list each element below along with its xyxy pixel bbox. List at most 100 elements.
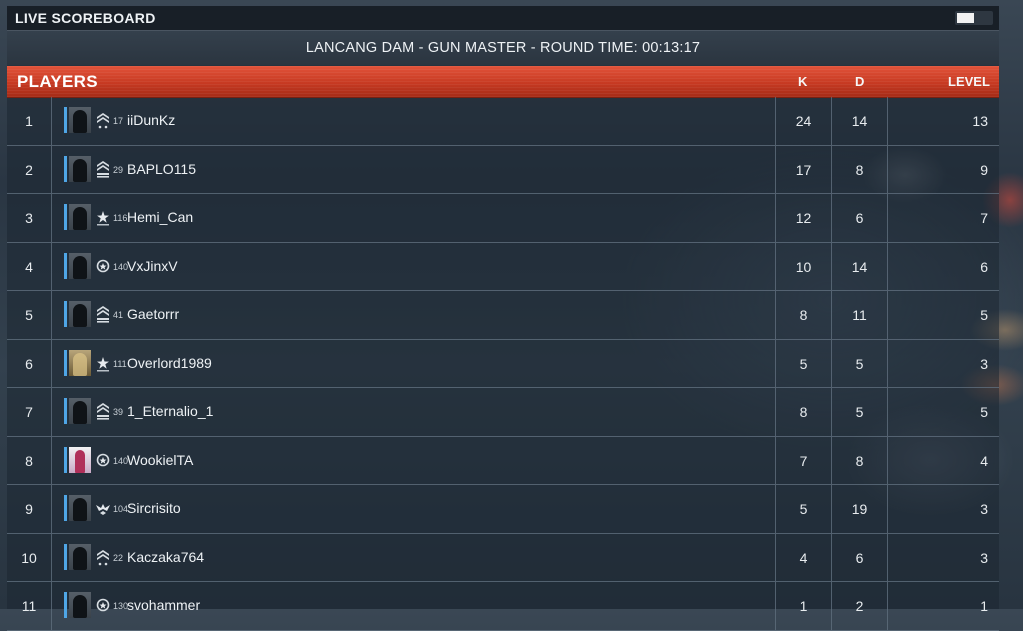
level-cell: 3 xyxy=(888,340,999,388)
map-info-bar: LANCANG DAM - GUN MASTER - ROUND TIME: 0… xyxy=(7,30,999,65)
level-value: 3 xyxy=(980,355,988,372)
rank-cell: 1 xyxy=(7,97,52,145)
player-rank-level: 104 xyxy=(113,504,129,514)
squad-indicator xyxy=(64,155,67,182)
player-cell[interactable]: 104 Sircrisito xyxy=(52,485,776,533)
level-value: 6 xyxy=(980,258,988,275)
players-header: PLAYERS K D LEVEL xyxy=(7,66,999,97)
rank-cell: 3 xyxy=(7,194,52,242)
level-cell: 7 xyxy=(888,194,999,242)
player-name[interactable]: svohammer xyxy=(127,597,200,613)
player-cell[interactable]: 41 Gaetorrr xyxy=(52,291,776,339)
deaths-cell: 5 xyxy=(832,339,888,387)
level-cell: 3 xyxy=(888,485,999,533)
rank-position: 4 xyxy=(25,258,33,275)
deaths-value: 6 xyxy=(855,549,864,566)
level-value: 5 xyxy=(980,307,988,323)
rank-cell: 7 xyxy=(7,388,52,436)
level-value: 13 xyxy=(972,113,988,129)
player-name[interactable]: Overlord1989 xyxy=(127,355,212,371)
player-row[interactable]: 1 17 iiDunKz 24 14 13 xyxy=(7,97,999,146)
level-value: 3 xyxy=(980,549,988,566)
player-name[interactable]: iiDunKz xyxy=(127,112,175,128)
player-row[interactable]: 4 140 VxJinxV 10 14 6 xyxy=(7,242,999,291)
deaths-cell: 11 xyxy=(832,291,888,339)
deaths-value: 11 xyxy=(852,307,867,323)
rank-position: 1 xyxy=(25,113,33,129)
kills-cell: 4 xyxy=(776,533,832,581)
chevrons-bars-icon xyxy=(96,402,110,420)
player-avatar xyxy=(69,495,91,521)
player-cell[interactable]: 116 Hemi_Can xyxy=(52,194,776,242)
squad-indicator xyxy=(64,252,67,279)
player-cell[interactable]: 22 Kaczaka764 xyxy=(52,533,776,581)
column-deaths[interactable]: D xyxy=(855,74,864,89)
star-icon xyxy=(96,208,110,226)
player-row[interactable]: 7 39 1_Eternalio_1 8 5 5 xyxy=(7,388,999,437)
player-row[interactable]: 10 22 Kaczaka764 4 6 3 xyxy=(7,533,999,582)
chevrons-bars-icon xyxy=(96,160,110,178)
squad-indicator xyxy=(64,543,67,570)
player-cell[interactable]: 140 WookielTA xyxy=(52,436,776,484)
player-name[interactable]: Gaetorrr xyxy=(127,306,179,322)
player-row[interactable]: 8 140 WookielTA 7 8 4 xyxy=(7,436,999,485)
kills-value: 8 xyxy=(799,404,808,420)
deaths-cell: 6 xyxy=(832,194,888,242)
kills-cell: 17 xyxy=(776,145,832,193)
player-rank-level: 140 xyxy=(113,261,129,272)
kills-cell: 8 xyxy=(776,388,832,436)
scoreboard-toggle[interactable] xyxy=(955,11,993,25)
player-name[interactable]: WookielTA xyxy=(127,452,193,468)
player-name[interactable]: BAPLO115 xyxy=(127,161,196,177)
toggle-knob[interactable] xyxy=(957,13,974,23)
level-cell: 4 xyxy=(888,437,999,485)
deaths-value: 14 xyxy=(851,258,868,275)
kills-value: 4 xyxy=(799,549,808,566)
player-avatar xyxy=(69,252,91,279)
kills-value: 17 xyxy=(795,161,812,178)
player-name[interactable]: Sircrisito xyxy=(127,500,181,516)
player-row[interactable]: 11 130 svohammer 1 2 1 xyxy=(7,582,999,631)
column-kills[interactable]: K xyxy=(798,74,807,89)
deaths-cell: 8 xyxy=(832,145,888,193)
player-name[interactable]: Hemi_Can xyxy=(127,209,193,225)
column-level[interactable]: LEVEL xyxy=(948,74,990,89)
player-cell[interactable]: 111 Overlord1989 xyxy=(52,339,776,387)
player-cell[interactable]: 39 1_Eternalio_1 xyxy=(52,388,776,436)
rank-position: 9 xyxy=(25,501,33,517)
player-cell[interactable]: 29 BAPLO115 xyxy=(52,145,776,193)
player-cell[interactable]: 140 VxJinxV xyxy=(52,242,776,290)
player-row[interactable]: 9 104 Sircrisito 5 19 3 xyxy=(7,485,999,534)
wreath-icon xyxy=(96,596,110,614)
player-cell[interactable]: 17 iiDunKz xyxy=(52,97,776,145)
player-rank-level: 111 xyxy=(113,358,127,369)
kills-value: 24 xyxy=(795,113,812,129)
player-avatar xyxy=(69,204,91,230)
rank-cell: 2 xyxy=(7,145,52,193)
kills-cell: 12 xyxy=(776,194,832,242)
deaths-value: 8 xyxy=(855,452,864,469)
player-row[interactable]: 3 116 Hemi_Can 12 6 7 xyxy=(7,194,999,243)
player-row[interactable]: 6 111 Overlord1989 5 5 3 xyxy=(7,339,999,388)
level-value: 1 xyxy=(980,598,988,614)
player-name[interactable]: 1_Eternalio_1 xyxy=(127,403,213,419)
squad-indicator xyxy=(64,204,67,230)
player-cell[interactable]: 130 svohammer xyxy=(52,582,776,630)
player-name[interactable]: VxJinxV xyxy=(127,258,178,274)
player-rank-level: 116 xyxy=(113,213,128,223)
kills-value: 7 xyxy=(799,452,808,469)
player-name[interactable]: Kaczaka764 xyxy=(127,549,204,565)
squad-indicator xyxy=(64,446,67,473)
player-row[interactable]: 2 29 BAPLO115 17 8 9 xyxy=(7,145,999,194)
squad-indicator xyxy=(64,301,67,327)
player-row[interactable]: 5 41 Gaetorrr 8 11 5 xyxy=(7,291,999,340)
rank-cell: 10 xyxy=(7,533,52,581)
rank-cell: 11 xyxy=(7,582,52,630)
deaths-value: 6 xyxy=(855,210,864,226)
deaths-cell: 2 xyxy=(832,582,888,630)
player-avatar xyxy=(69,398,91,424)
rank-position: 7 xyxy=(25,404,33,420)
squad-indicator xyxy=(64,349,67,376)
rank-position: 2 xyxy=(25,161,33,178)
title-bar: LIVE SCOREBOARD xyxy=(7,6,999,30)
